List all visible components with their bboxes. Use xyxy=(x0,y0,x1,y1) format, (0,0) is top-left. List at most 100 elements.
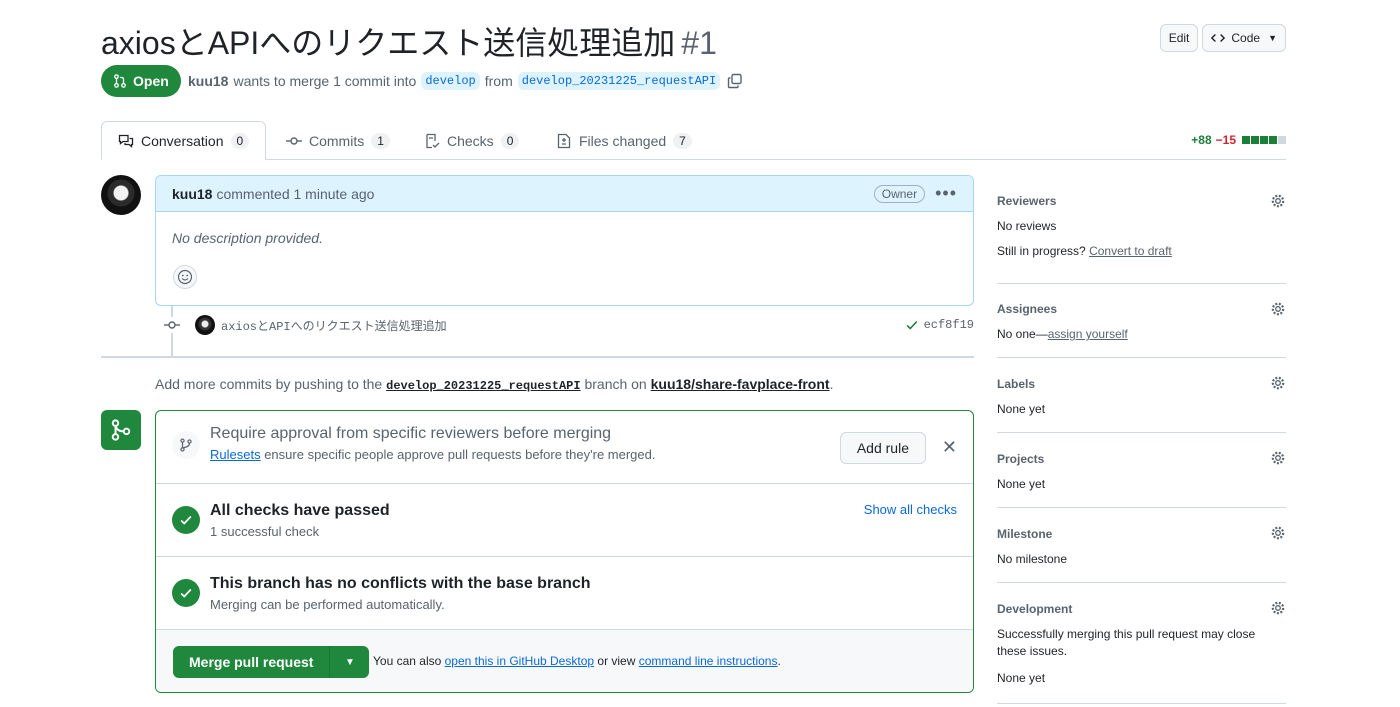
conflicts-subtitle: Merging can be performed automatically. xyxy=(210,597,445,612)
push-note-suffix: . xyxy=(829,376,834,392)
check-icon[interactable] xyxy=(905,318,919,332)
file-diff-icon xyxy=(557,133,571,148)
tab-files-changed-label: Files changed xyxy=(579,132,667,149)
labels-value: None yet xyxy=(997,402,1046,416)
close-icon[interactable]: ✕ xyxy=(942,437,957,458)
tab-conversation[interactable]: Conversation 0 xyxy=(101,121,267,160)
draft-prefix: Still in progress? xyxy=(997,244,1086,258)
status-label: Open xyxy=(133,73,169,89)
sidebar-milestone: Milestone No milestone xyxy=(997,525,1286,583)
triangle-down-icon[interactable]: ▼ xyxy=(330,646,369,678)
copy-icon[interactable] xyxy=(727,73,743,89)
push-note-repo[interactable]: kuu18/share-favplace-front xyxy=(651,376,830,392)
conflicts-title: This branch has no conflicts with the ba… xyxy=(210,575,591,592)
convert-to-draft-link[interactable]: Convert to draft xyxy=(1089,244,1172,258)
commit-sha[interactable]: ecf8f19 xyxy=(924,318,974,332)
reviewers-title[interactable]: Reviewers xyxy=(997,194,1056,208)
ruleset-section: Require approval from specific reviewers… xyxy=(156,411,973,484)
diffstat[interactable]: +88 −15 xyxy=(1191,133,1286,147)
header-actions: Edit Code ▼ xyxy=(1159,24,1286,52)
push-note-branch[interactable]: develop_20231225_requestAPI xyxy=(386,379,580,393)
diffstat-blocks xyxy=(1242,136,1286,144)
command-line-link[interactable]: command line instructions xyxy=(639,654,778,668)
or-view-text: or view xyxy=(597,654,636,668)
git-branch-icon xyxy=(172,430,200,459)
checks-title: All checks have passed xyxy=(210,502,390,519)
edit-button[interactable]: Edit xyxy=(1159,24,1199,52)
merge-alternatives: You can also open this in GitHub Desktop… xyxy=(373,654,781,668)
page-title: axiosとAPIへのリクエスト送信処理追加 #1 xyxy=(101,18,717,64)
sidebar-reviewers: Reviewers No reviews Still in progress? … xyxy=(997,192,1286,284)
sidebar-development: Development Successfully merging this pu… xyxy=(997,600,1286,704)
checklist-icon xyxy=(426,133,440,148)
tab-commits-count: 1 xyxy=(371,132,390,149)
sidebar-projects: Projects None yet xyxy=(997,450,1286,508)
status-badge: Open xyxy=(101,65,181,97)
push-note-prefix: Add more commits by pushing to the xyxy=(155,376,383,392)
projects-title[interactable]: Projects xyxy=(997,452,1044,466)
reviewers-value: No reviews xyxy=(997,219,1057,233)
timeline-divider xyxy=(101,356,974,358)
pr-number: #1 xyxy=(681,25,717,61)
merge-text: wants to merge 1 commit into xyxy=(233,73,417,89)
tab-files-changed[interactable]: Files changed 7 xyxy=(556,121,692,160)
comment-header: kuu18 commented 1 minute ago Owner ••• xyxy=(156,176,973,212)
merge-box: Require approval from specific reviewers… xyxy=(155,410,974,693)
add-rule-button[interactable]: Add rule xyxy=(839,432,926,464)
assign-yourself-link[interactable]: assign yourself xyxy=(1048,327,1128,341)
assignees-prefix: No one— xyxy=(997,327,1048,341)
from-text: from xyxy=(484,73,513,89)
diffstat-block xyxy=(1278,136,1286,144)
tab-checks-count: 0 xyxy=(500,132,520,149)
gear-icon[interactable] xyxy=(1270,301,1286,317)
pr-author-link[interactable]: kuu18 xyxy=(188,73,228,89)
development-text-line2: these issues. xyxy=(997,644,1068,658)
head-branch[interactable]: develop_20231225_requestAPI xyxy=(517,72,721,90)
git-merge-icon xyxy=(101,410,141,450)
development-title[interactable]: Development xyxy=(997,602,1072,616)
gear-icon[interactable] xyxy=(1270,450,1286,466)
code-button[interactable]: Code ▼ xyxy=(1202,24,1286,52)
show-all-checks-link[interactable]: Show all checks xyxy=(864,502,957,517)
gear-icon[interactable] xyxy=(1270,193,1286,209)
commit-message[interactable]: axiosとAPIへのリクエスト送信処理追加 xyxy=(221,317,447,334)
rulesets-link[interactable]: Rulesets xyxy=(210,447,261,462)
github-desktop-link[interactable]: open this in GitHub Desktop xyxy=(445,654,594,668)
base-branch[interactable]: develop xyxy=(421,72,480,90)
diffstat-block xyxy=(1251,136,1259,144)
pull-request-icon xyxy=(114,74,126,88)
commit-author-avatar[interactable] xyxy=(195,315,215,335)
add-reaction-button[interactable] xyxy=(173,265,197,289)
avatar[interactable] xyxy=(101,175,141,215)
also-prefix: You can also xyxy=(373,654,442,668)
commit-icon xyxy=(286,136,302,145)
commit-sha-group: ecf8f19 xyxy=(905,318,974,332)
checks-subtitle: 1 successful check xyxy=(210,524,320,539)
gear-icon[interactable] xyxy=(1270,525,1286,541)
diffstat-block xyxy=(1260,136,1268,144)
ruleset-text: ensure specific people approve pull requ… xyxy=(264,447,656,462)
commit-icon xyxy=(164,317,180,333)
comment-author[interactable]: kuu18 xyxy=(172,186,212,202)
diffstat-deletions: −15 xyxy=(1215,133,1236,147)
milestone-title[interactable]: Milestone xyxy=(997,527,1052,541)
diffstat-additions: +88 xyxy=(1191,133,1212,147)
projects-value: None yet xyxy=(997,477,1046,491)
kebab-horizontal-icon[interactable]: ••• xyxy=(935,183,957,204)
gear-icon[interactable] xyxy=(1270,375,1286,391)
timeline-commit: axiosとAPIへのリクエスト送信処理追加 ecf8f19 xyxy=(164,314,974,336)
assignees-title[interactable]: Assignees xyxy=(997,302,1057,316)
diffstat-block xyxy=(1242,136,1250,144)
tab-commits[interactable]: Commits 1 xyxy=(286,121,390,160)
sidebar-assignees: Assignees No one—assign yourself xyxy=(997,300,1286,358)
smiley-icon xyxy=(177,269,193,285)
merge-button-label[interactable]: Merge pull request xyxy=(173,646,331,678)
merge-pull-request-button[interactable]: Merge pull request ▼ xyxy=(173,646,370,678)
gear-icon[interactable] xyxy=(1270,600,1286,616)
diffstat-block xyxy=(1269,136,1277,144)
pr-meta: kuu18 wants to merge 1 commit into devel… xyxy=(188,72,743,90)
comment-discussion-icon xyxy=(118,134,134,148)
labels-title[interactable]: Labels xyxy=(997,377,1035,391)
development-text-line1: Successfully merging this pull request m… xyxy=(997,627,1256,641)
tab-checks[interactable]: Checks 0 xyxy=(424,121,520,160)
